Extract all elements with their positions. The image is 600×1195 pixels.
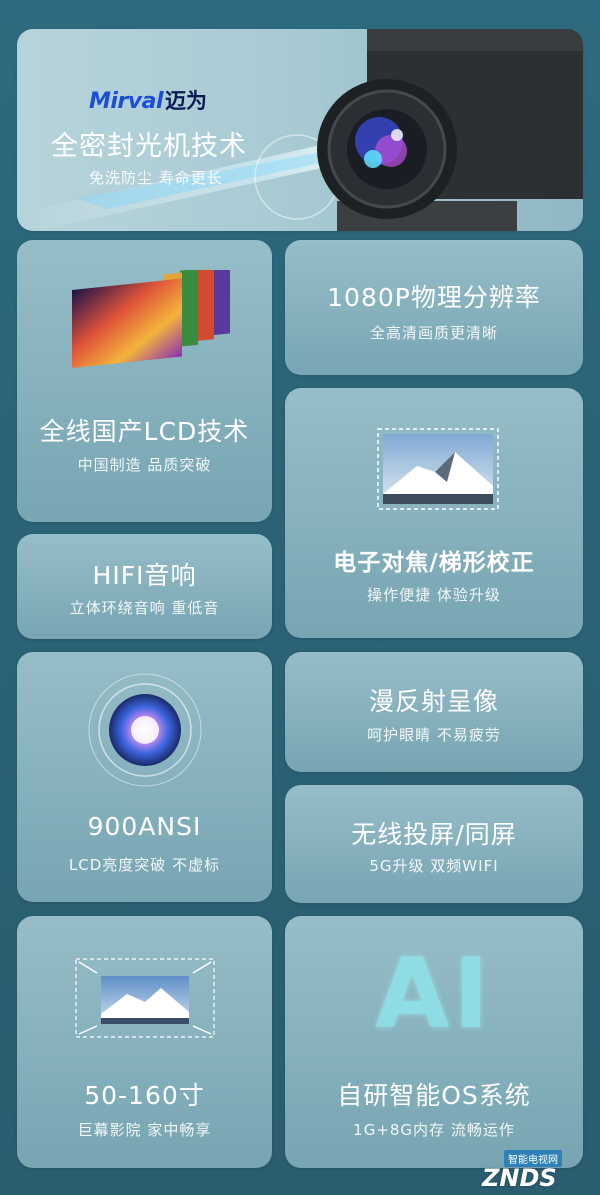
feature-title: 全线国产LCD技术 xyxy=(39,417,250,446)
feature-card-size: 50-160寸 巨幕影院 家中畅享 xyxy=(17,916,272,1168)
feature-subtitle: 立体环绕音响 重低音 xyxy=(69,599,220,617)
brand-logo: Mirval迈为 xyxy=(89,85,207,115)
feature-subtitle: 巨幕影院 家中畅享 xyxy=(77,1121,212,1139)
feature-title: 900ANSI xyxy=(87,812,202,841)
feature-card-wireless: 无线投屏/同屏 5G升级 双频WIFI xyxy=(285,785,583,903)
feature-title: 无线投屏/同屏 xyxy=(351,820,517,849)
feature-subtitle: 中国制造 品质突破 xyxy=(77,456,212,474)
feature-card-brightness: 900ANSI LCD亮度突破 不虚标 xyxy=(17,652,272,902)
projector-image xyxy=(317,29,583,231)
feature-card-lcd: 全线国产LCD技术 中国制造 品质突破 xyxy=(17,240,272,522)
feature-subtitle: LCD亮度突破 不虚标 xyxy=(68,856,221,874)
watermark: 智能电视网 ZNDS xyxy=(470,1150,595,1192)
ai-logo: AI xyxy=(374,938,493,1050)
feature-card-hifi: HIFI音响 立体环绕音响 重低音 xyxy=(17,534,272,639)
brand-name-cn: 迈为 xyxy=(165,89,208,113)
mountain-screen-graphic xyxy=(377,428,499,510)
lcd-screens-graphic xyxy=(72,270,230,368)
brand-name-en: Mirval xyxy=(89,89,164,114)
feature-title: 1080P物理分辨率 xyxy=(327,283,541,312)
feature-title: 电子对焦/梯形校正 xyxy=(333,550,535,576)
feature-card-os: AI 自研智能OS系统 1G+8G内存 流畅运作 xyxy=(285,916,583,1168)
lens-glow-icon xyxy=(88,673,202,787)
feature-subtitle: 全高清画质更清晰 xyxy=(369,324,498,342)
feature-subtitle: 操作便捷 体验升级 xyxy=(367,586,501,604)
feature-title: 漫反射呈像 xyxy=(368,687,499,716)
feature-title: 自研智能OS系统 xyxy=(337,1081,531,1110)
hero-subtitle: 免洗防尘 寿命更长 xyxy=(89,169,223,187)
feature-card-focus: 电子对焦/梯形校正 操作便捷 体验升级 xyxy=(285,388,583,638)
watermark-text: ZNDS xyxy=(482,1164,557,1192)
feature-title: 50-160寸 xyxy=(84,1081,205,1110)
feature-card-resolution: 1080P物理分辨率 全高清画质更清晰 xyxy=(285,240,583,375)
feature-title: HIFI音响 xyxy=(92,561,197,590)
hero-banner: Mirval迈为 全密封光机技术 免洗防尘 寿命更长 xyxy=(17,29,583,231)
feature-subtitle: 呵护眼睛 不易疲劳 xyxy=(367,726,501,744)
hero-title: 全密封光机技术 xyxy=(51,131,247,162)
feature-subtitle: 5G升级 双频WIFI xyxy=(369,857,499,875)
screen-size-graphic xyxy=(75,958,215,1038)
feature-card-diffuse: 漫反射呈像 呵护眼睛 不易疲劳 xyxy=(285,652,583,772)
feature-subtitle: 1G+8G内存 流畅运作 xyxy=(353,1121,515,1139)
